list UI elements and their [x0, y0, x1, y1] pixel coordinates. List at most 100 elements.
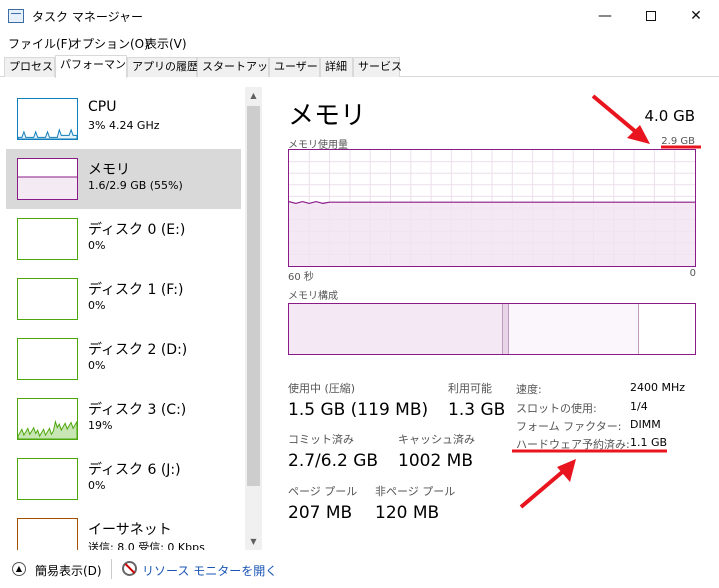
menu-options[interactable]: オプション(O)	[70, 35, 149, 52]
device-list-scrollbar[interactable]: ▲ ▼	[245, 87, 262, 550]
device-item[interactable]: イーサネット送信: 8.0 受信: 0 Kbps	[6, 509, 241, 550]
stat-paged-pool: ページ プール 207 MB	[288, 483, 357, 523]
device-thumbnail-graph	[17, 398, 78, 440]
task-manager-icon	[8, 9, 24, 23]
spec-slots-value: 1/4	[630, 400, 648, 413]
composition-in-use	[289, 304, 503, 354]
device-item[interactable]: ディスク 1 (F:) 0%	[6, 269, 241, 329]
scroll-up-arrow[interactable]: ▲	[245, 87, 262, 104]
menu-bar: ファイル(F) オプション(O) 表示(V)	[0, 32, 719, 53]
stat-paged-pool-label: ページ プール	[288, 485, 358, 498]
usage-fill	[18, 177, 77, 199]
stat-cached-value: 1002 MB	[398, 451, 473, 471]
memory-usage-area	[289, 202, 695, 266]
device-name: ディスク 6 (J:)	[88, 462, 181, 478]
spec-hardware-reserved-value: 1.1 GB	[630, 436, 668, 449]
composition-standby	[509, 304, 639, 354]
device-name: ディスク 3 (C:)	[88, 402, 187, 418]
device-list-panel: CPU 3% 4.24 GHz メモリ 1.6/2.9 GB (55%) ディスク 0 …	[4, 87, 262, 550]
window-title: タスク マネージャー	[32, 10, 143, 24]
spec-hardware-reserved-label: ハードウェア予約済み:	[516, 438, 630, 451]
device-usage: 19%	[88, 419, 113, 432]
menu-view[interactable]: 表示(V)	[145, 35, 187, 52]
tab-details[interactable]: 詳細	[320, 57, 353, 77]
menu-file[interactable]: ファイル(F)	[8, 35, 72, 52]
device-name: ディスク 0 (E:)	[88, 222, 186, 238]
spec-speed-value: 2400 MHz	[630, 381, 686, 394]
tab-app-history[interactable]: アプリの履歴	[127, 57, 198, 77]
tab-processes[interactable]: プロセス	[4, 57, 55, 77]
device-item[interactable]: ディスク 0 (E:) 0%	[6, 209, 241, 269]
spec-slots-label: スロットの使用:	[516, 402, 597, 415]
footer: ▲ 簡易表示(D) リソース モニターを開く	[0, 556, 719, 588]
stat-paged-pool-value: 207 MB	[288, 503, 353, 523]
stat-nonpaged-pool-value: 120 MB	[375, 503, 440, 523]
activity-graph	[18, 419, 77, 439]
thumbnail-graph	[18, 176, 77, 199]
memory-composition-bar	[288, 303, 696, 355]
scroll-thumb[interactable]	[247, 106, 260, 486]
tab-services[interactable]: サービス	[353, 57, 402, 77]
chevron-up-icon[interactable]: ▲	[12, 562, 26, 576]
device-usage: 3% 4.24 GHz	[88, 119, 160, 132]
device-thumbnail-graph	[17, 338, 78, 380]
device-name: ディスク 2 (D:)	[88, 342, 188, 358]
memory-usage-graph	[289, 150, 695, 266]
time-axis-end: 0	[689, 268, 696, 279]
fewer-details-link[interactable]: 簡易表示(D)	[35, 562, 102, 579]
task-manager-window: タスク マネージャー — ✕ ファイル(F) オプション(O) 表示(V) プロ…	[0, 0, 719, 588]
stat-nonpaged-pool: 非ページ プール 120 MB	[375, 483, 455, 523]
maximize-button[interactable]	[628, 0, 674, 32]
stat-committed-value: 2.7/6.2 GB	[288, 451, 379, 471]
stat-available-label: 利用可能	[448, 382, 492, 395]
tab-startup[interactable]: スタートアップ	[197, 57, 279, 77]
title-bar: タスク マネージャー — ✕	[0, 0, 719, 32]
stat-available-value: 1.3 GB	[448, 400, 506, 420]
device-item[interactable]: ディスク 2 (D:) 0%	[6, 329, 241, 389]
resource-monitor-icon[interactable]	[122, 561, 137, 576]
stat-nonpaged-pool-label: 非ページ プール	[375, 485, 456, 498]
footer-separator	[111, 559, 112, 579]
tab-bar: プロセス パフォーマンス アプリの履歴 スタートアップ ユーザー 詳細 サービス	[0, 55, 719, 78]
minimize-button[interactable]: —	[582, 0, 628, 32]
device-usage: 0%	[88, 299, 106, 312]
device-name: CPU	[88, 99, 117, 115]
device-usage: 1.6/2.9 GB (55%)	[88, 179, 183, 192]
thumbnail-graph	[18, 128, 77, 139]
device-thumbnail-graph	[17, 278, 78, 320]
open-resource-monitor-link[interactable]: リソース モニターを開く	[142, 562, 277, 579]
device-item[interactable]: ディスク 6 (J:) 0%	[6, 449, 241, 509]
device-name: メモリ	[88, 162, 130, 178]
spec-form-factor-label: フォーム ファクター:	[516, 420, 622, 433]
close-button[interactable]: ✕	[673, 0, 719, 32]
tab-performance[interactable]: パフォーマンス	[55, 55, 137, 78]
maximize-icon	[646, 11, 656, 21]
memory-usage-max: 2.9 GB	[661, 136, 695, 147]
device-item[interactable]: ディスク 3 (C:) 19%	[6, 389, 241, 449]
memory-total: 4.0 GB	[644, 107, 695, 125]
thumbnail-graph	[18, 219, 77, 259]
thumbnail-graph	[18, 339, 77, 379]
page-title: メモリ	[288, 101, 367, 131]
scroll-down-arrow[interactable]: ▼	[245, 533, 262, 550]
device-name: イーサネット	[88, 522, 172, 538]
device-thumbnail-graph	[17, 98, 78, 140]
stat-in-use-value: 1.5 GB (119 MB)	[288, 400, 429, 420]
device-thumbnail-graph	[17, 458, 78, 500]
time-axis-start: 60 秒	[288, 272, 314, 283]
device-usage: 0%	[88, 239, 106, 252]
device-thumbnail-graph	[17, 218, 78, 260]
device-usage: 送信: 8.0 受信: 0 Kbps	[88, 541, 205, 550]
device-item[interactable]: CPU 3% 4.24 GHz	[6, 89, 241, 149]
device-usage: 0%	[88, 479, 106, 492]
device-item[interactable]: メモリ 1.6/2.9 GB (55%)	[6, 149, 241, 209]
thumbnail-graph	[18, 459, 77, 499]
stat-cached-label: キャッシュ済み	[398, 433, 475, 446]
thumbnail-graph	[18, 419, 77, 439]
memory-composition-label: メモリ構成	[288, 291, 338, 302]
memory-usage-chart	[288, 149, 696, 267]
stat-in-use: 使用中 (圧縮) 1.5 GB (119 MB)	[288, 380, 428, 420]
stat-committed-label: コミット済み	[288, 433, 354, 446]
device-usage: 0%	[88, 359, 106, 372]
tab-users[interactable]: ユーザー	[269, 57, 320, 77]
